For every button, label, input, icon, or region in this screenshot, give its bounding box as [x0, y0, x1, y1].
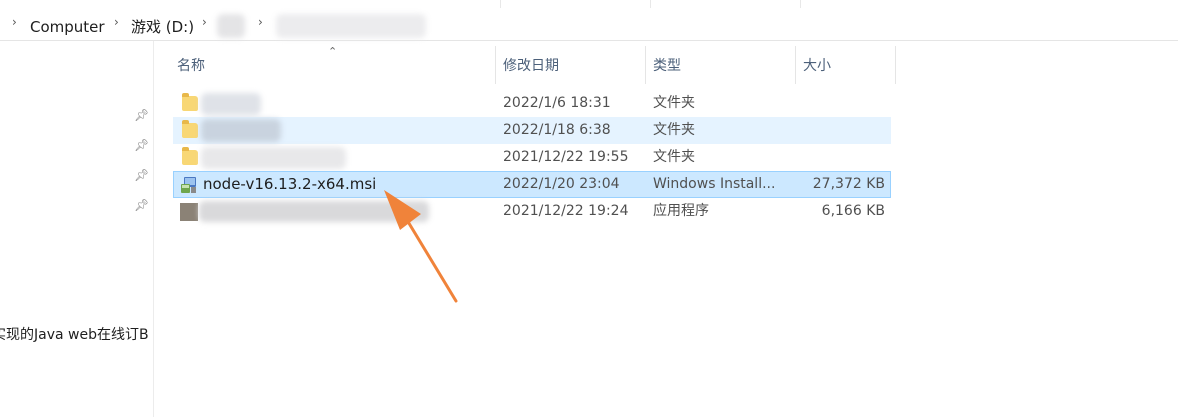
- breadcrumb-drive-d[interactable]: 游戏 (D:): [131, 17, 194, 37]
- column-header-type[interactable]: 类型: [646, 46, 796, 84]
- pin-icon[interactable]: 📌︎: [134, 198, 149, 212]
- pin-icon[interactable]: 📌︎: [134, 138, 149, 152]
- file-type: Windows Install...: [653, 176, 776, 192]
- redacted-name: [201, 147, 346, 169]
- file-type: 文件夹: [653, 95, 695, 111]
- nav-item-label: 实现的Java web在线订B: [0, 327, 149, 343]
- nav-item[interactable]: 实现的Java web在线订B: [0, 325, 153, 345]
- chevron-right-icon[interactable]: ›: [12, 16, 20, 28]
- file-type: 文件夹: [653, 149, 695, 165]
- column-header-modified[interactable]: 修改日期: [496, 46, 646, 84]
- file-row-selected[interactable]: node-v16.13.2-x64.msi 2022/1/20 23:04 Wi…: [173, 171, 891, 198]
- file-modified: 2022/1/6 18:31: [503, 95, 611, 111]
- file-type: 应用程序: [653, 203, 709, 219]
- breadcrumb-computer[interactable]: Computer: [30, 17, 105, 37]
- chevron-right-icon[interactable]: ›: [258, 16, 266, 28]
- redacted-name: [199, 201, 429, 222]
- folder-icon: [182, 147, 198, 165]
- redacted-breadcrumb[interactable]: [217, 14, 245, 38]
- navigation-pane: 📌︎ 📌︎ 📌︎ 📌︎ 实现的Java web在线订B: [0, 41, 154, 417]
- pin-icon[interactable]: 📌︎: [134, 108, 149, 122]
- sort-up-icon: ⌃: [328, 45, 338, 58]
- column-header: ⌃ 名称 修改日期 类型 大小: [160, 46, 896, 84]
- file-row[interactable]: 2021/12/22 19:55 文件夹: [173, 144, 891, 171]
- column-size-label: 大小: [803, 58, 831, 74]
- column-name-label: 名称: [177, 58, 205, 74]
- column-modified-label: 修改日期: [503, 58, 559, 74]
- file-row[interactable]: 2022/1/18 6:38 文件夹: [173, 117, 891, 144]
- file-row[interactable]: 2021/12/22 19:24 应用程序 6,166 KB: [173, 198, 891, 225]
- file-row[interactable]: 2022/1/6 18:31 文件夹: [173, 90, 891, 117]
- redacted-name: [201, 119, 281, 142]
- file-modified: 2022/1/20 23:04: [503, 176, 620, 192]
- redacted-breadcrumb[interactable]: [276, 14, 426, 38]
- file-size: 27,372 KB: [812, 176, 885, 192]
- file-modified: 2021/12/22 19:24: [503, 203, 629, 219]
- toolbar-edge: [0, 0, 1178, 10]
- column-header-size[interactable]: 大小: [796, 46, 896, 84]
- chevron-right-icon[interactable]: ›: [202, 16, 210, 28]
- folder-icon: [182, 93, 198, 111]
- column-header-name[interactable]: ⌃ 名称: [160, 46, 496, 84]
- redacted-name: [201, 93, 261, 115]
- folder-icon: [182, 120, 198, 138]
- pane-divider[interactable]: [153, 41, 154, 417]
- address-bar[interactable]: › Computer › 游戏 (D:) › ›: [0, 0, 1178, 41]
- file-name: node-v16.13.2-x64.msi: [203, 175, 377, 193]
- pin-icon[interactable]: 📌︎: [134, 168, 149, 182]
- column-type-label: 类型: [653, 58, 681, 74]
- msi-installer-icon: [181, 177, 196, 193]
- file-modified: 2021/12/22 19:55: [503, 149, 629, 165]
- application-icon: [180, 203, 198, 221]
- chevron-right-icon[interactable]: ›: [114, 16, 122, 28]
- file-modified: 2022/1/18 6:38: [503, 122, 611, 138]
- file-size: 6,166 KB: [821, 203, 885, 219]
- file-type: 文件夹: [653, 122, 695, 138]
